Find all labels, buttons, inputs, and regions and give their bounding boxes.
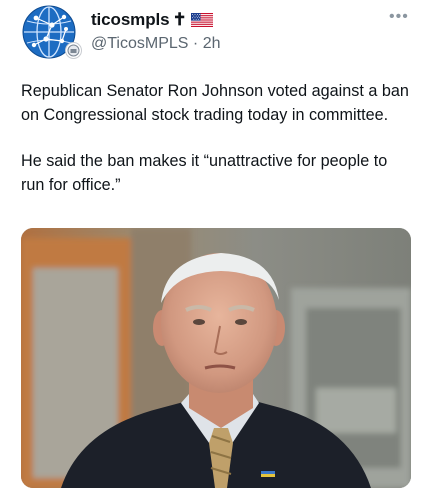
more-options-icon: •••: [389, 8, 409, 25]
post-text: Republican Senator Ron Johnson voted aga…: [21, 80, 413, 197]
more-options-button[interactable]: •••: [389, 8, 409, 26]
separator-dot: ·: [192, 35, 199, 52]
display-name[interactable]: ticosmpls: [91, 10, 170, 30]
cross-symbol: ✝: [172, 10, 187, 29]
timestamp[interactable]: 2h: [203, 35, 221, 52]
us-flag-icon: [190, 13, 213, 27]
author-name-row[interactable]: ticosmpls ✝: [91, 10, 213, 30]
post-photo[interactable]: [21, 228, 411, 488]
photo-image: [21, 228, 411, 488]
avatar-badge-icon: [65, 42, 82, 59]
post-paragraph-1: Republican Senator Ron Johnson voted aga…: [21, 82, 409, 124]
handle[interactable]: @TicosMPLS: [91, 35, 188, 52]
handle-row: @TicosMPLS · 2h: [91, 35, 220, 53]
post-paragraph-2: He said the ban makes it “unattractive f…: [21, 152, 388, 194]
post[interactable]: ticosmpls ✝ @TicosMPLS · 2h ••• Republic…: [0, 0, 431, 500]
